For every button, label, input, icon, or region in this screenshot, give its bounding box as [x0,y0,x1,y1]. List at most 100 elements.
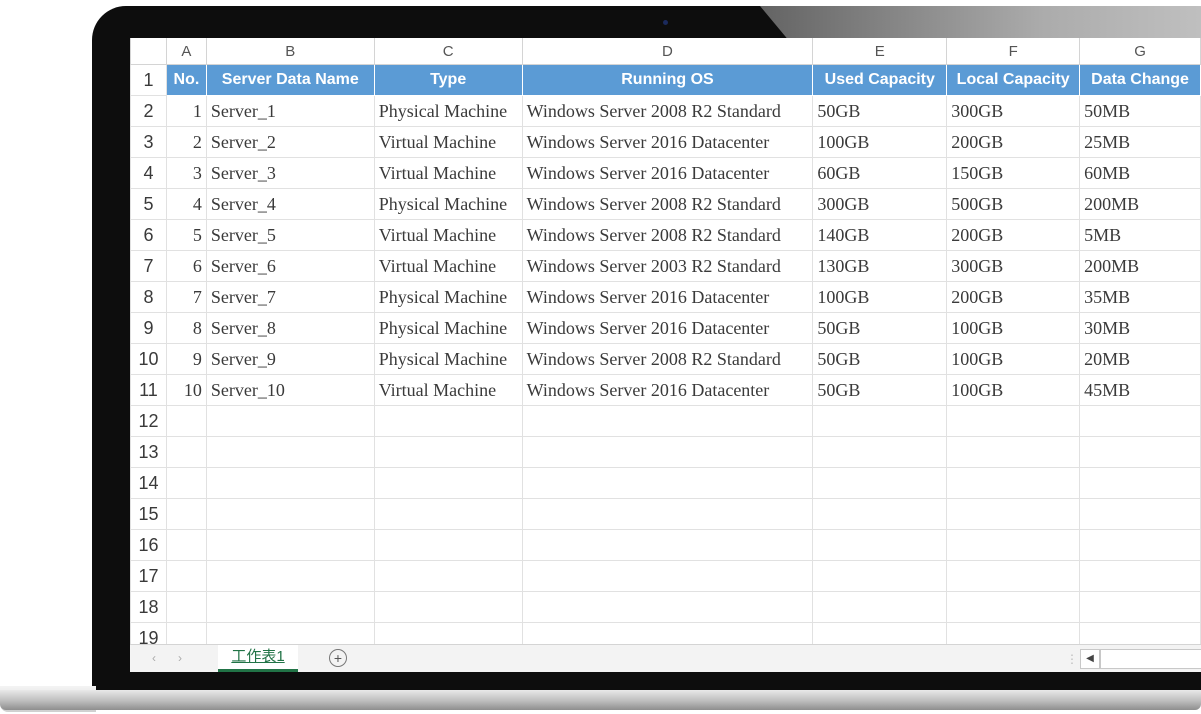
header-cell[interactable]: Used Capacity [812,64,948,96]
cell[interactable]: 2 [165,126,207,158]
cell[interactable]: Virtual Machine [373,374,523,406]
cell[interactable] [1079,498,1201,530]
cell[interactable]: 200MB [1079,188,1201,220]
cell[interactable]: 10 [165,374,207,406]
cell[interactable] [1079,560,1201,592]
cell[interactable]: 50GB [812,95,948,127]
cell[interactable] [165,529,207,561]
cell[interactable] [946,529,1081,561]
cell[interactable]: Virtual Machine [373,250,523,282]
cell[interactable] [946,436,1081,468]
header-cell[interactable]: Local Capacity [946,64,1081,96]
cell[interactable]: Windows Server 2003 R2 Standard [521,250,814,282]
cell[interactable]: 50MB [1079,95,1201,127]
cell[interactable] [812,498,948,530]
cell[interactable]: Server_4 [205,188,375,220]
cell[interactable]: 140GB [812,219,948,251]
cell[interactable] [1079,529,1201,561]
cell[interactable]: 100GB [946,312,1081,344]
cell[interactable]: Windows Server 2008 R2 Standard [521,219,814,251]
cell[interactable]: 1 [165,95,207,127]
cell[interactable] [165,436,207,468]
cell[interactable]: 9 [165,343,207,375]
cell[interactable]: Server_7 [205,281,375,313]
cell[interactable]: 50GB [812,374,948,406]
row-number[interactable]: 16 [130,529,167,561]
cell[interactable] [373,467,523,499]
cell[interactable] [1079,436,1201,468]
cell[interactable] [165,405,207,437]
cell[interactable]: 5MB [1079,219,1201,251]
cell[interactable]: Server_9 [205,343,375,375]
cell[interactable]: Physical Machine [373,312,523,344]
cell[interactable] [812,560,948,592]
cell[interactable] [812,436,948,468]
cell[interactable]: Windows Server 2008 R2 Standard [521,95,814,127]
cell[interactable] [165,560,207,592]
cell[interactable]: 45MB [1079,374,1201,406]
cell[interactable]: 300GB [946,95,1081,127]
cell[interactable] [521,498,814,530]
next-sheet-icon[interactable]: › [178,651,182,665]
cell[interactable] [812,529,948,561]
cell[interactable]: 200MB [1079,250,1201,282]
row-number[interactable]: 14 [130,467,167,499]
cell[interactable]: 200GB [946,219,1081,251]
cell[interactable]: Server_10 [205,374,375,406]
column-header[interactable]: D [521,38,814,65]
cell[interactable] [205,591,375,623]
cell[interactable] [812,405,948,437]
cell[interactable]: Physical Machine [373,95,523,127]
cell[interactable]: 50GB [812,312,948,344]
header-cell[interactable]: Running OS [521,64,814,96]
row-number[interactable]: 17 [130,560,167,592]
cell[interactable] [165,591,207,623]
cell[interactable]: Windows Server 2016 Datacenter [521,374,814,406]
cell[interactable] [521,405,814,437]
cell[interactable]: 500GB [946,188,1081,220]
cell[interactable]: 35MB [1079,281,1201,313]
cell[interactable]: 7 [165,281,207,313]
cell[interactable]: 150GB [946,157,1081,189]
row-number[interactable]: 18 [130,591,167,623]
cell[interactable] [373,436,523,468]
cell[interactable] [1079,591,1201,623]
row-number[interactable]: 1 [130,64,167,96]
cell[interactable]: 4 [165,188,207,220]
row-number[interactable]: 4 [130,157,167,189]
cell[interactable]: 3 [165,157,207,189]
cell[interactable]: Physical Machine [373,343,523,375]
header-cell[interactable]: Server Data Name [205,64,375,96]
cell[interactable] [1079,405,1201,437]
cell[interactable] [812,467,948,499]
cell[interactable] [521,529,814,561]
cell[interactable] [946,591,1081,623]
cell[interactable]: 60MB [1079,157,1201,189]
cell[interactable] [521,436,814,468]
cell[interactable]: 100GB [946,374,1081,406]
row-number[interactable]: 13 [130,436,167,468]
cell[interactable]: 300GB [946,250,1081,282]
column-header[interactable]: F [946,38,1081,65]
row-number[interactable]: 9 [130,312,167,344]
cell[interactable] [946,467,1081,499]
cell[interactable]: Server_5 [205,219,375,251]
row-number[interactable]: 15 [130,498,167,530]
cell[interactable] [946,498,1081,530]
row-number[interactable]: 7 [130,250,167,282]
cell[interactable] [205,436,375,468]
column-header[interactable]: A [165,38,207,65]
row-number[interactable]: 8 [130,281,167,313]
column-header[interactable]: C [373,38,523,65]
row-number[interactable]: 11 [130,374,167,406]
cell[interactable]: 25MB [1079,126,1201,158]
header-cell[interactable]: Type [373,64,523,96]
cell[interactable] [373,529,523,561]
prev-sheet-icon[interactable]: ‹ [152,651,156,665]
cell[interactable] [205,529,375,561]
scroll-divider-icon[interactable]: ⋮ [1066,652,1078,666]
cell[interactable]: Virtual Machine [373,157,523,189]
cell[interactable] [205,405,375,437]
add-sheet-icon[interactable]: + [329,649,347,667]
cell[interactable]: Windows Server 2016 Datacenter [521,312,814,344]
